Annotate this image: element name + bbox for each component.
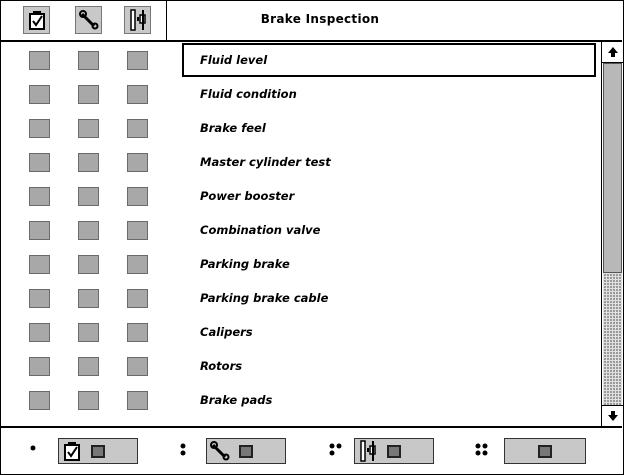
filter-tools-button[interactable] xyxy=(206,438,286,464)
item-label: Parking brake xyxy=(200,257,290,271)
filter-toggle-square[interactable] xyxy=(91,444,105,458)
header-bar: Brake Inspection xyxy=(0,0,622,42)
page-title: Brake Inspection xyxy=(260,12,380,26)
tools-checkbox[interactable] xyxy=(78,187,99,206)
tools-checkbox[interactable] xyxy=(78,391,99,410)
list-item[interactable]: Fluid condition xyxy=(0,76,600,110)
parts-checkbox[interactable] xyxy=(127,391,148,410)
inspection-list: Fluid level Fluid condition Brake feel M… xyxy=(0,42,600,426)
filter-toggle-square[interactable] xyxy=(387,444,401,458)
filter-parts-button[interactable] xyxy=(354,438,434,464)
list-item[interactable]: Calipers xyxy=(0,314,600,348)
list-item[interactable]: Parking brake xyxy=(0,246,600,280)
filter-all-button[interactable] xyxy=(504,438,586,464)
tools-checkbox[interactable] xyxy=(78,221,99,240)
tools-checkbox[interactable] xyxy=(78,255,99,274)
scroll-thumb[interactable] xyxy=(603,63,622,273)
item-label: Calipers xyxy=(200,325,253,339)
list-item[interactable]: Parking brake cable xyxy=(0,280,600,314)
tools-checkbox[interactable] xyxy=(78,289,99,308)
item-label: Master cylinder test xyxy=(200,155,331,169)
list-item[interactable]: Rotors xyxy=(0,348,600,382)
checklist-icon[interactable] xyxy=(23,6,50,34)
arrow-up-icon xyxy=(607,47,618,57)
tools-checkbox[interactable] xyxy=(78,119,99,138)
filter-toggle-square[interactable] xyxy=(538,444,552,458)
checklist-checkbox[interactable] xyxy=(29,255,50,274)
checklist-checkbox[interactable] xyxy=(29,357,50,376)
parts-checkbox[interactable] xyxy=(127,289,148,308)
tools-checkbox[interactable] xyxy=(78,51,99,70)
parts-checkbox[interactable] xyxy=(127,221,148,240)
item-label: Parking brake cable xyxy=(200,291,329,305)
list-item[interactable]: Fluid level xyxy=(0,42,600,77)
item-label: Combination valve xyxy=(200,223,321,237)
checklist-checkbox[interactable] xyxy=(29,289,50,308)
filter-toggle-square[interactable] xyxy=(239,444,253,458)
arrow-down-icon xyxy=(607,411,618,421)
dots-four-icon xyxy=(474,442,490,459)
item-label: Fluid condition xyxy=(200,87,297,101)
checklist-checkbox[interactable] xyxy=(29,323,50,342)
parts-checkbox[interactable] xyxy=(127,153,148,172)
wrench-icon[interactable] xyxy=(75,6,102,34)
filter-bar xyxy=(0,426,622,475)
parts-checkbox[interactable] xyxy=(127,357,148,376)
checklist-checkbox[interactable] xyxy=(29,119,50,138)
wrench-icon xyxy=(207,439,233,463)
list-item[interactable]: Power booster xyxy=(0,178,600,212)
checklist-checkbox[interactable] xyxy=(29,51,50,70)
checklist-checkbox[interactable] xyxy=(29,391,50,410)
parts-checkbox[interactable] xyxy=(127,187,148,206)
item-label: Brake feel xyxy=(200,121,266,135)
dots-two-icon xyxy=(178,442,188,459)
parts-checkbox[interactable] xyxy=(127,85,148,104)
list-item[interactable]: Master cylinder test xyxy=(0,144,600,178)
checklist-checkbox[interactable] xyxy=(29,187,50,206)
checklist-checkbox[interactable] xyxy=(29,221,50,240)
list-item[interactable]: Brake feel xyxy=(0,110,600,144)
parts-checkbox[interactable] xyxy=(127,323,148,342)
tools-checkbox[interactable] xyxy=(78,323,99,342)
header-divider xyxy=(166,0,167,40)
scroll-down-button[interactable] xyxy=(602,405,623,426)
tools-checkbox[interactable] xyxy=(78,357,99,376)
parts-checkbox[interactable] xyxy=(127,51,148,70)
checklist-icon xyxy=(59,439,85,463)
dots-three-icon xyxy=(328,442,344,459)
checklist-checkbox[interactable] xyxy=(29,85,50,104)
parts-checkbox[interactable] xyxy=(127,255,148,274)
parts-checkbox[interactable] xyxy=(127,119,148,138)
item-label: Power booster xyxy=(200,189,295,203)
parts-icon[interactable] xyxy=(124,6,151,34)
checklist-checkbox[interactable] xyxy=(29,153,50,172)
scroll-up-button[interactable] xyxy=(602,42,623,63)
list-item[interactable]: Combination valve xyxy=(0,212,600,246)
filter-checklist-button[interactable] xyxy=(58,438,138,464)
tools-checkbox[interactable] xyxy=(78,85,99,104)
item-label: Rotors xyxy=(200,359,243,373)
item-label: Fluid level xyxy=(200,53,268,67)
parts-icon xyxy=(355,439,381,463)
tools-checkbox[interactable] xyxy=(78,153,99,172)
scroll-track[interactable] xyxy=(603,273,622,406)
vertical-scrollbar[interactable] xyxy=(601,42,623,426)
dots-one-icon xyxy=(28,442,38,457)
item-label: Brake pads xyxy=(200,393,273,407)
list-item[interactable]: Brake pads xyxy=(0,382,600,416)
